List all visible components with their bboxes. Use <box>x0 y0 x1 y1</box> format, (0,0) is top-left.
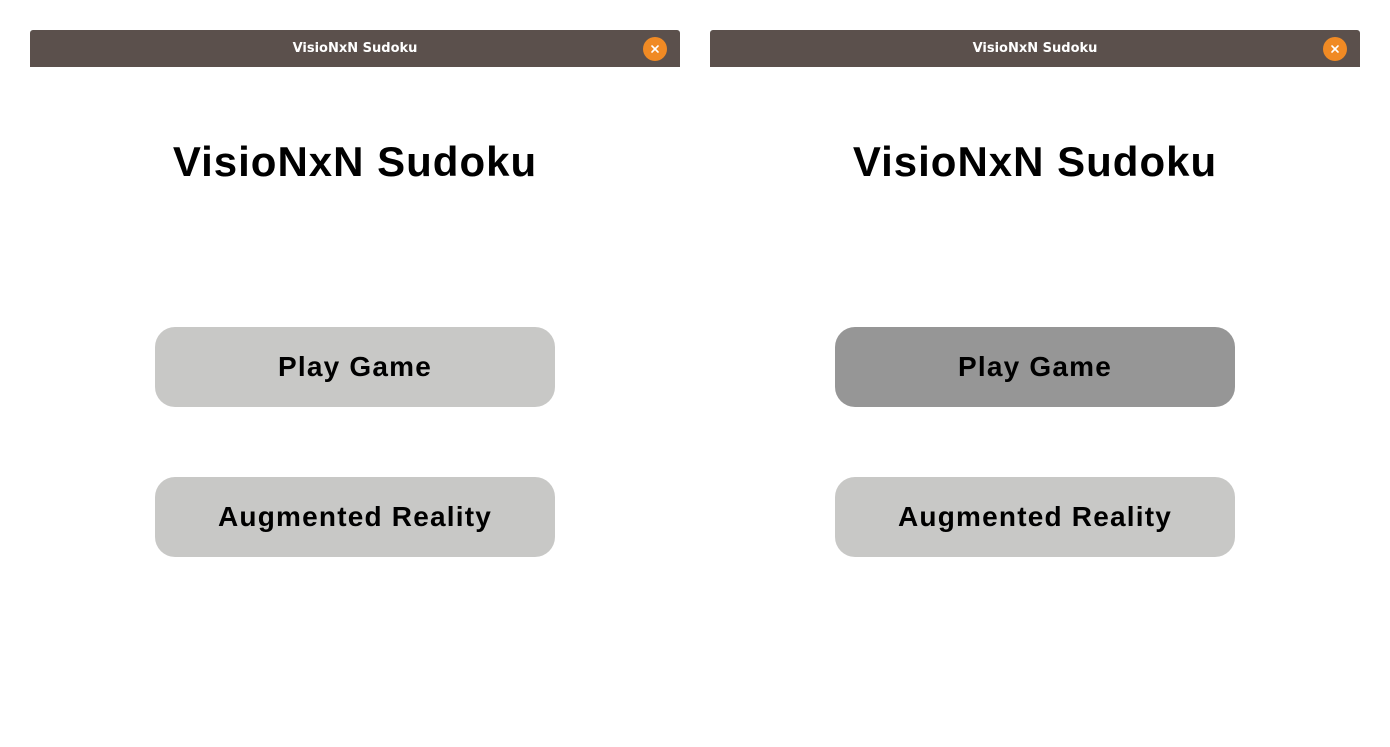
titlebar[interactable]: VisioNxN Sudoku <box>710 30 1360 67</box>
augmented-reality-button[interactable]: Augmented Reality <box>835 477 1235 557</box>
close-button[interactable] <box>1323 37 1347 61</box>
close-button[interactable] <box>643 37 667 61</box>
window-title: VisioNxN Sudoku <box>972 41 1098 56</box>
app-window-right: VisioNxN Sudoku VisioNxN Sudoku Play Gam… <box>710 30 1360 747</box>
titlebar[interactable]: VisioNxN Sudoku <box>30 30 680 67</box>
play-game-button[interactable]: Play Game <box>155 327 555 407</box>
close-icon <box>651 45 659 53</box>
app-title: VisioNxN Sudoku <box>852 138 1218 185</box>
app-title: VisioNxN Sudoku <box>172 138 538 185</box>
augmented-reality-button[interactable]: Augmented Reality <box>155 477 555 557</box>
window-title: VisioNxN Sudoku <box>292 41 418 56</box>
close-icon <box>1331 45 1339 53</box>
app-window-left: VisioNxN Sudoku VisioNxN Sudoku Play Gam… <box>30 30 680 747</box>
play-game-button[interactable]: Play Game <box>835 327 1235 407</box>
